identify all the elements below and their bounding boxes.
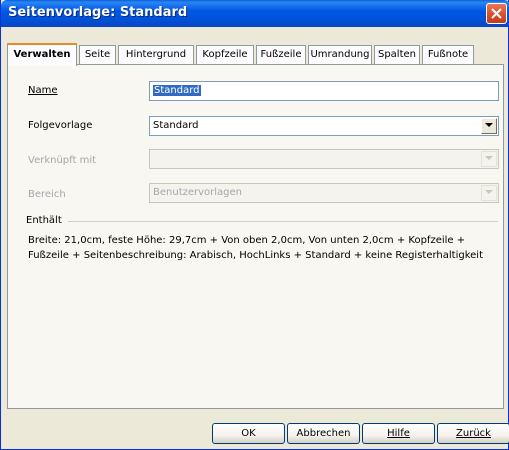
tab-spalten[interactable]: Spalten — [374, 45, 420, 65]
cancel-button[interactable]: Abbrechen — [287, 423, 360, 444]
folgevorlage-value: Standard — [153, 120, 199, 131]
tab-fusszeile[interactable]: Fußzeile — [256, 45, 306, 65]
folgevorlage-select[interactable]: Standard — [149, 116, 499, 136]
description-line-2: Fußzeile + Seitenbeschreibung: Arabisch,… — [28, 250, 484, 261]
tab-umrandung[interactable]: Umrandung — [308, 45, 372, 65]
folgevorlage-label: Folgevorlage — [28, 120, 93, 131]
tab-hintergrund[interactable]: Hintergrund — [118, 45, 194, 65]
folgevorlage-dropdown-button[interactable] — [481, 118, 497, 134]
name-input-value: Standard — [153, 85, 201, 96]
tab-panel-verwalten: Name Standard Folgevorlage Standard Verk… — [7, 64, 504, 409]
dialog-window: Seitenvorlage: Standard Verwalten Seite … — [0, 0, 509, 450]
bereich-value: Benutzervorlagen — [153, 187, 243, 198]
contains-description: Breite: 21,0cm, feste Höhe: 29,7cm + Von… — [28, 233, 488, 263]
contains-group-label: Enthält — [26, 215, 62, 226]
verknuepft-select — [149, 149, 499, 169]
back-button[interactable]: Zurück — [437, 423, 509, 444]
name-input[interactable]: Standard — [149, 81, 499, 101]
window-title: Seitenvorlage: Standard — [8, 5, 188, 20]
close-icon — [491, 8, 502, 19]
verknuepft-label: Verknüpft mit — [28, 155, 97, 166]
description-line-1: Breite: 21,0cm, feste Höhe: 29,7cm + Von… — [28, 235, 466, 246]
bereich-select: Benutzervorlagen — [149, 183, 499, 203]
group-separator — [68, 221, 498, 222]
ok-button[interactable]: OK — [212, 423, 285, 444]
tab-fussnote[interactable]: Fußnote — [422, 45, 474, 65]
verknuepft-dropdown-button — [481, 151, 497, 167]
tab-strip: Verwalten Seite Hintergrund Kopfzeile Fu… — [7, 43, 504, 66]
tab-verwalten[interactable]: Verwalten — [7, 43, 77, 66]
bereich-dropdown-button — [481, 185, 497, 201]
bereich-label: Bereich — [28, 189, 66, 200]
chevron-down-icon — [485, 123, 493, 127]
tab-kopfzeile[interactable]: Kopfzeile — [196, 45, 254, 65]
close-button[interactable] — [486, 3, 507, 24]
title-bar[interactable]: Seitenvorlage: Standard — [1, 0, 509, 27]
help-button[interactable]: Hilfe — [362, 423, 435, 444]
tab-seite[interactable]: Seite — [79, 45, 116, 65]
name-label: Name — [28, 85, 58, 96]
chevron-down-icon — [485, 156, 493, 160]
chevron-down-icon — [485, 190, 493, 194]
